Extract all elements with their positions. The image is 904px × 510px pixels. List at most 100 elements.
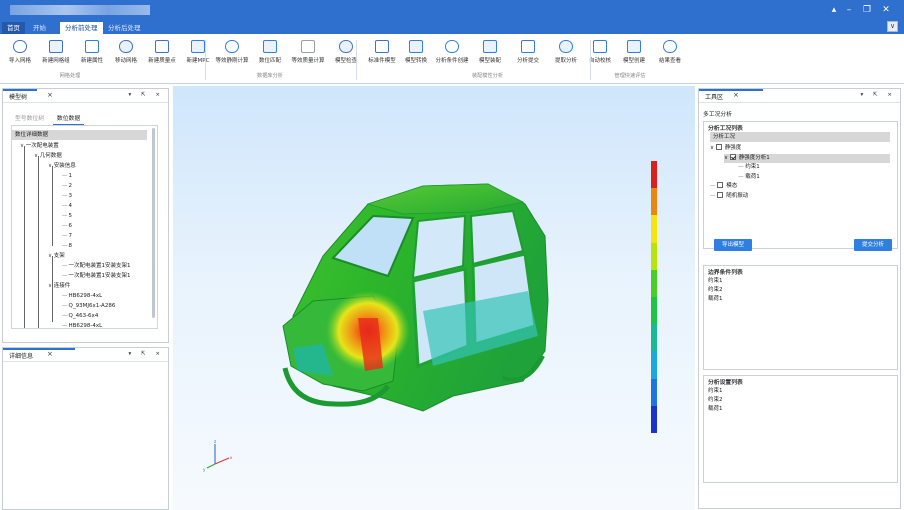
tree-guide-line	[24, 146, 25, 328]
tree-item-label: Q_93MJ6x1-A286	[68, 303, 116, 309]
checkbox[interactable]	[715, 144, 722, 150]
tree-item[interactable]: —一次配电装置1安装支架1	[62, 271, 131, 281]
ribbon-button-19[interactable]: 结果查看	[650, 40, 690, 64]
ribbon-button-18[interactable]: 模型创建	[614, 40, 654, 64]
list-item[interactable]: 载荷1	[708, 404, 723, 412]
close-button[interactable]: ✕	[879, 4, 893, 16]
tree-item[interactable]: —2	[62, 181, 72, 191]
ribbon-button-label: 自动校核	[588, 58, 611, 64]
tree-item[interactable]: —6	[62, 221, 72, 231]
close-icon[interactable]: ×	[733, 91, 739, 99]
tree-item[interactable]: ∨ 支架	[48, 251, 65, 261]
tree-item-label: 一次配电装置	[25, 143, 59, 149]
standard-part-icon	[375, 40, 389, 53]
tree-item[interactable]: —7	[62, 231, 72, 241]
submit-analysis-button[interactable]: 提交分析	[854, 239, 892, 251]
model-check-icon	[339, 40, 353, 53]
legend-band	[651, 378, 657, 406]
section-title: 分析设置列表	[708, 380, 743, 386]
ribbon-button-12[interactable]: 模型转换	[396, 40, 436, 64]
ribbon-button-label: 结果查看	[658, 58, 681, 64]
ribbon-options-button[interactable]: ∨	[887, 21, 898, 32]
window-title	[10, 5, 150, 15]
maximize-button[interactable]: ❐	[860, 4, 874, 16]
ribbon-button-15[interactable]: 分析提交	[508, 40, 548, 64]
ribbon-button-13[interactable]: 分析条件创建	[432, 40, 472, 64]
close-icon[interactable]: ×	[47, 91, 53, 99]
tab-digit-data[interactable]: 数位数据	[52, 111, 85, 125]
stress-legend	[651, 161, 657, 433]
list-item[interactable]: 约束2	[708, 395, 723, 403]
tab-home[interactable]: 首页	[2, 22, 25, 34]
tree-scrollbar[interactable]	[152, 128, 155, 318]
ribbon-button-1[interactable]: 导入网格	[0, 40, 40, 64]
minimize-button[interactable]: –	[842, 4, 856, 16]
tree-connector: —	[62, 323, 68, 329]
case-item[interactable]: ∨ 静强度分析1	[724, 153, 890, 163]
tree-item[interactable]: —HB6298-4xL	[62, 291, 102, 301]
ribbon-button-8[interactable]: 数位匹配	[250, 40, 290, 64]
checkbox[interactable]	[717, 191, 724, 198]
model-tree-header: 模型树 × ▾ ⇱ ×	[3, 89, 168, 103]
tree-item[interactable]: —8	[62, 241, 72, 251]
case-item[interactable]: — 随机振动	[710, 191, 749, 201]
tree-guide-line	[38, 156, 39, 328]
toolbox-panel: 工具区 × ▾ ⇱ × 多工况分析 分析工况列表 分析工况 ∨ 静强度 ∨ 静强度…	[698, 88, 901, 509]
close-icon[interactable]: ×	[47, 350, 53, 358]
case-label: 随机振动	[726, 192, 749, 199]
export-model-button[interactable]: 导出模型	[714, 239, 752, 251]
checkbox[interactable]	[717, 182, 724, 188]
panel-controls[interactable]: ▾ ⇱ ×	[861, 92, 896, 98]
tree-connector: —	[62, 293, 68, 299]
tree-connector: —	[62, 313, 68, 319]
case-item[interactable]: — 载荷1	[738, 173, 760, 182]
case-item[interactable]: ∨ 静强度	[710, 144, 741, 153]
panel-controls[interactable]: ▾ ⇱ ×	[129, 351, 164, 357]
tree-item[interactable]: —HB6298-4xL	[62, 321, 102, 329]
list-item[interactable]: 约束1	[708, 276, 723, 284]
tree-item[interactable]: —1	[62, 171, 72, 181]
tree-connector: —	[710, 183, 718, 189]
legend-band	[651, 161, 657, 189]
title-bar: ▴ – ❐ ✕	[0, 0, 904, 20]
tab-start[interactable]: 开始	[28, 22, 51, 34]
legend-band	[651, 324, 657, 352]
tree-item-label: 一次配电装置1安装支架1	[68, 263, 131, 269]
ribbon-button-5[interactable]: 新建质量点	[142, 40, 182, 64]
3d-viewport[interactable]: z x y	[173, 86, 695, 510]
list-item[interactable]: 约束2	[708, 285, 723, 293]
case-item[interactable]: — 约束1	[738, 163, 760, 172]
tab-model-digit-tree[interactable]: 型号数位树	[11, 111, 48, 124]
case-label: 载荷1	[745, 173, 760, 180]
ribbon-button-label: 新建属性	[80, 58, 103, 64]
panel-controls[interactable]: ▾ ⇱ ×	[129, 92, 164, 98]
ribbon-button-label: 等效质量计算	[291, 58, 325, 64]
legend-band	[651, 188, 657, 216]
list-item[interactable]: 载荷1	[708, 294, 723, 302]
ribbon-button-14[interactable]: 模型装配	[470, 40, 510, 64]
mass-point-icon	[155, 40, 169, 53]
tab-preprocess[interactable]: 分析前处理	[60, 22, 103, 34]
car-body-model[interactable]	[173, 86, 695, 510]
ribbon-button-9[interactable]: 等效质量计算	[288, 40, 328, 64]
tab-postprocess[interactable]: 分析后处理	[103, 22, 146, 34]
tree-item[interactable]: —Q_93MJ6x1-A286	[62, 301, 115, 311]
case-item[interactable]: — 模态	[710, 182, 737, 191]
ribbon-button-2[interactable]: 新建网格组	[36, 40, 76, 64]
legend-band	[651, 215, 657, 243]
tree-item-label: 几何数据	[39, 153, 62, 159]
collapse-ribbon-icon[interactable]: ▴	[827, 4, 841, 16]
tree-item[interactable]: —5	[62, 211, 72, 221]
list-item[interactable]: 约束1	[708, 386, 723, 394]
ribbon-button-10[interactable]: 模型检查	[326, 40, 366, 64]
ribbon-button-4[interactable]: 移动网格	[106, 40, 146, 64]
tree-item[interactable]: —一次配电装置1安装支架1	[62, 261, 131, 271]
tree-item[interactable]: —4	[62, 201, 72, 211]
ribbon-button-7[interactable]: 等效静刚计算	[212, 40, 252, 64]
tree-item[interactable]: —3	[62, 191, 72, 201]
tree-item[interactable]: ∨ 一次配电装置	[20, 141, 59, 151]
section-title: 边界条件列表	[708, 270, 743, 276]
tree-item[interactable]: —Q_463-6x4	[62, 311, 98, 321]
panel-title: 工具区	[705, 94, 724, 101]
checkbox[interactable]	[729, 153, 736, 160]
